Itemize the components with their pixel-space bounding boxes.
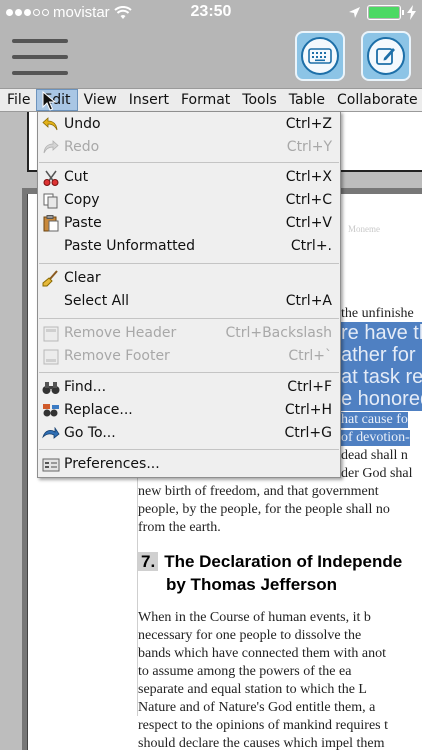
menu-item-remove-header[interactable]: Remove Header Ctrl+Backslash — [38, 322, 340, 345]
battery-icon — [367, 5, 404, 20]
menu-separator — [39, 263, 339, 264]
text-fragment: the unfinishe — [341, 306, 414, 321]
paragraph-line: separate and equal station to which the … — [138, 682, 367, 697]
menu-item-select-all[interactable]: Select All Ctrl+A — [38, 290, 340, 313]
menu-item-copy[interactable]: Copy Ctrl+C — [38, 189, 340, 212]
body-line: people, by the people, for the people sh… — [138, 502, 390, 517]
selected-text-fragment: re have th — [341, 322, 422, 345]
menu-tools[interactable]: Tools — [236, 89, 283, 111]
hamburger-icon[interactable] — [12, 36, 68, 78]
remove-header-icon — [41, 324, 60, 343]
body-line: from the earth. — [138, 520, 221, 535]
menu-item-paste[interactable]: Paste Ctrl+V — [38, 212, 340, 235]
location-arrow-icon — [349, 7, 360, 18]
menu-separator — [39, 449, 339, 450]
copy-icon — [41, 191, 60, 210]
remove-footer-icon — [41, 347, 60, 366]
battery-level — [369, 7, 399, 18]
keyboard-button[interactable] — [295, 31, 345, 81]
body-line: new birth of freedom, and that governmen… — [138, 484, 379, 499]
redo-icon — [41, 138, 60, 157]
ios-status-bar: movistar 23:50 — [0, 0, 422, 26]
menu-separator — [39, 318, 339, 319]
menu-view[interactable]: View — [78, 89, 123, 111]
menu-item-go-to[interactable]: Go To... Ctrl+G — [38, 422, 340, 445]
heading-title: The Declaration of Independe — [164, 552, 403, 571]
page-header-text: Moneme — [348, 224, 380, 234]
paragraph-line: respect to the opinions of mankind requi… — [138, 718, 388, 733]
app-toolbar — [0, 26, 422, 88]
menu-item-remove-footer[interactable]: Remove Footer Ctrl+` — [38, 345, 340, 368]
menu-format[interactable]: Format — [175, 89, 236, 111]
edit-menu-dropdown: Undo Ctrl+Z Redo Ctrl+Y Cut Ctrl+X Copy … — [37, 111, 341, 478]
clipboard-icon — [41, 214, 60, 233]
menu-item-find[interactable]: Find... Ctrl+F — [38, 376, 340, 399]
menu-table[interactable]: Table — [283, 89, 331, 111]
replace-icon — [41, 401, 60, 420]
menu-file[interactable]: File — [0, 89, 36, 111]
paragraph-line: should declare the causes which impel th… — [138, 736, 385, 750]
keyboard-icon — [308, 48, 332, 64]
scissors-icon — [41, 168, 60, 187]
selected-text-fragment: hat cause fo — [341, 412, 408, 428]
undo-icon — [41, 115, 60, 134]
goto-arrow-icon — [41, 424, 60, 443]
menu-item-redo[interactable]: Redo Ctrl+Y — [38, 136, 340, 159]
paragraph-line: necessary for one people to dissolve the — [138, 628, 362, 643]
menu-collaborate[interactable]: Collaborate — [331, 89, 422, 111]
menu-insert[interactable]: Insert — [123, 89, 175, 111]
text-fragment: der God shal — [341, 466, 413, 481]
preferences-icon — [41, 455, 60, 474]
menu-item-paste-unformatted[interactable]: Paste Unformatted Ctrl+. — [38, 235, 340, 258]
menu-item-cut[interactable]: Cut Ctrl+X — [38, 166, 340, 189]
broom-icon — [41, 269, 60, 288]
status-right — [348, 5, 416, 20]
selected-text-fragment: ather for us — [341, 344, 422, 367]
mouse-pointer-icon — [42, 91, 56, 111]
menu-separator — [39, 162, 339, 163]
paragraph-line: bands which have connected them with ano… — [138, 646, 387, 661]
menubar: File Edit View Insert Format Tools Table… — [0, 88, 422, 112]
menu-item-undo[interactable]: Undo Ctrl+Z — [38, 113, 340, 136]
pencil-edit-icon — [376, 48, 395, 65]
paragraph-line: Nature and of Nature's God entitle them,… — [138, 700, 376, 715]
selected-text-fragment: of devotion- — [341, 430, 410, 446]
edit-mode-button[interactable] — [361, 31, 411, 81]
menu-item-preferences[interactable]: Preferences... — [38, 453, 340, 476]
paragraph-line: When in the Course of human events, it b — [138, 610, 371, 625]
menu-item-replace[interactable]: Replace... Ctrl+H — [38, 399, 340, 422]
binoculars-icon — [41, 378, 60, 397]
text-fragment: dead shall n — [341, 448, 408, 463]
charging-bolt-icon — [407, 5, 416, 20]
heading-number: 7. — [138, 552, 159, 571]
menu-separator — [39, 372, 339, 373]
menu-item-clear[interactable]: Clear — [38, 267, 340, 290]
selected-text-fragment: at task rem — [341, 366, 422, 389]
section-heading-line2: by Thomas Jefferson — [166, 575, 337, 594]
section-heading: 7. The Declaration of Independe — [138, 552, 402, 572]
selected-text-fragment: e honored — [341, 388, 422, 411]
paragraph-line: to assume among the powers of the ea — [138, 664, 352, 679]
